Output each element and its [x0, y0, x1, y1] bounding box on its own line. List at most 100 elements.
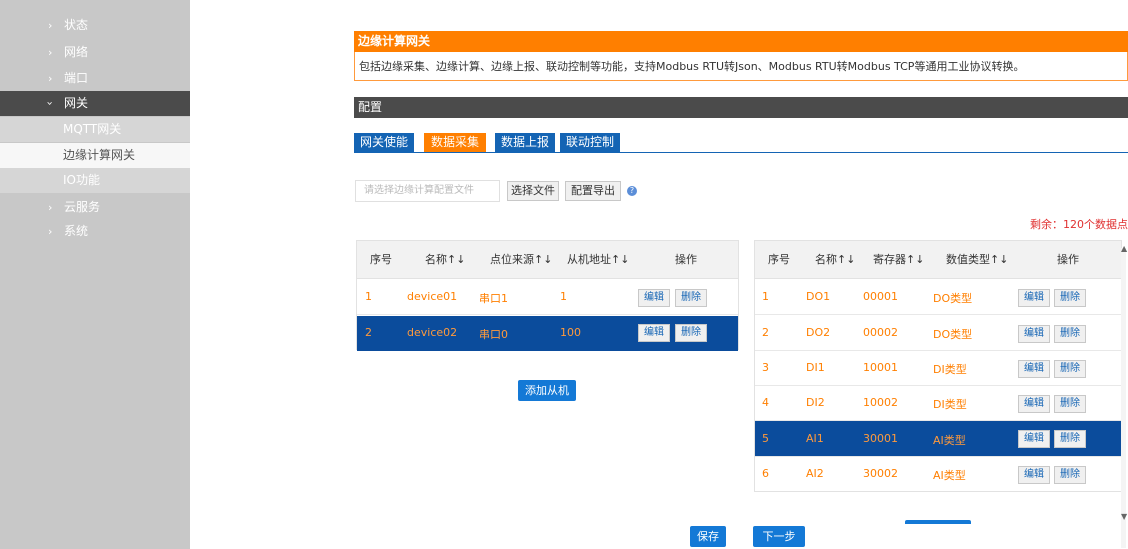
choose-file-button[interactable]: 选择文件: [507, 181, 559, 201]
save-button[interactable]: 保存: [690, 526, 726, 547]
point-table: 序号 名称↑↓ 寄存器↑↓ 数值类型↑↓ 操作 1 DO1 00001 DO类型…: [754, 240, 1122, 492]
col-no[interactable]: 序号: [768, 241, 790, 279]
sidebar-item-network[interactable]: › 网络: [0, 40, 190, 65]
cell-type: DI类型: [933, 363, 967, 376]
sidebar-subitem-mqtt[interactable]: MQTT网关: [0, 117, 190, 142]
delete-button[interactable]: 删除: [675, 324, 707, 342]
table-row[interactable]: 1 DO1 00001 DO类型 编辑 删除: [755, 279, 1121, 315]
cell-type: DO类型: [933, 328, 973, 341]
tab-data-collection[interactable]: 数据采集: [424, 133, 486, 152]
col-register[interactable]: 寄存器↑↓: [873, 241, 924, 279]
table-row[interactable]: 3 DI1 10001 DI类型 编辑 删除: [755, 351, 1121, 386]
cell-register: 30002: [863, 467, 898, 480]
edit-button[interactable]: 编辑: [638, 324, 670, 342]
tab-data-report[interactable]: 数据上报: [495, 133, 555, 152]
table-row[interactable]: 2 DO2 00002 DO类型 编辑 删除: [755, 316, 1121, 351]
remaining-points: 剩余：120个数据点: [1030, 218, 1128, 231]
cell-register: 10001: [863, 361, 898, 374]
table-header: 序号 名称↑↓ 寄存器↑↓ 数值类型↑↓ 操作: [755, 241, 1121, 279]
cell-type: DO类型: [933, 292, 973, 305]
table-row[interactable]: 2 device02 串口0 100 编辑 删除: [357, 316, 738, 351]
chevron-down-icon: ›: [43, 101, 57, 106]
sidebar-subitem-label: IO功能: [63, 173, 100, 187]
edit-button[interactable]: 编辑: [1018, 360, 1050, 378]
config-section-title: 配置: [354, 97, 1128, 118]
sidebar-item-label: 云服务: [64, 200, 101, 214]
cell-source: 串口0: [479, 328, 508, 341]
table-header: 序号 名称↑↓ 点位来源↑↓ 从机地址↑↓ 操作: [357, 241, 738, 279]
cell-no: 4: [762, 396, 769, 409]
sidebar-item-gateway[interactable]: › 网关: [0, 91, 190, 116]
sidebar-item-cloud[interactable]: › 云服务: [0, 195, 190, 220]
edit-button[interactable]: 编辑: [1018, 395, 1050, 413]
cell-type: AI类型: [933, 434, 966, 447]
delete-button[interactable]: 删除: [675, 289, 707, 307]
sidebar-item-port[interactable]: › 端口: [0, 66, 190, 91]
page-description: 包括边缘采集、边缘计算、边缘上报、联动控制等功能，支持Modbus RTU转Js…: [354, 52, 1128, 81]
edit-button[interactable]: 编辑: [1018, 289, 1050, 307]
delete-button[interactable]: 删除: [1054, 289, 1086, 307]
sidebar-item-system[interactable]: › 系统: [0, 219, 190, 244]
tab-linkage-control[interactable]: 联动控制: [560, 133, 620, 152]
sidebar-subitem-edge[interactable]: 边缘计算网关: [0, 143, 190, 168]
cell-source: 串口1: [479, 292, 508, 305]
chevron-right-icon: ›: [48, 225, 53, 238]
chevron-right-icon: ›: [48, 72, 53, 85]
edit-button[interactable]: 编辑: [1018, 466, 1050, 484]
col-name[interactable]: 名称↑↓: [425, 241, 465, 279]
col-type[interactable]: 数值类型↑↓: [946, 241, 1008, 279]
chevron-right-icon: ›: [48, 19, 53, 32]
sidebar-subitem-label: MQTT网关: [63, 122, 122, 136]
col-source[interactable]: 点位来源↑↓: [490, 241, 552, 279]
sidebar-item-label: 网关: [64, 96, 89, 110]
cell-type: DI类型: [933, 398, 967, 411]
delete-button[interactable]: 删除: [1054, 395, 1086, 413]
col-action: 操作: [675, 253, 697, 266]
cell-register: 30001: [863, 432, 898, 445]
export-config-button[interactable]: 配置导出: [565, 181, 621, 201]
cell-type: AI类型: [933, 469, 966, 482]
cell-name: DO1: [806, 290, 831, 303]
config-file-input[interactable]: 请选择边缘计算配置文件: [355, 180, 500, 202]
cell-no: 3: [762, 361, 769, 374]
delete-button[interactable]: 删除: [1054, 360, 1086, 378]
delete-button[interactable]: 删除: [1054, 466, 1086, 484]
sidebar-item-status[interactable]: › 状态: [0, 13, 190, 38]
col-name[interactable]: 名称↑↓: [815, 241, 855, 279]
cell-addr: 100: [560, 326, 581, 339]
cell-no: 6: [762, 467, 769, 480]
add-slave-button[interactable]: 添加从机: [518, 380, 576, 401]
table-row[interactable]: 4 DI2 10002 DI类型 编辑 删除: [755, 386, 1121, 421]
page-title: 边缘计算网关: [354, 31, 1128, 52]
table-row[interactable]: 5 AI1 30001 AI类型 编辑 删除: [755, 421, 1121, 457]
col-addr[interactable]: 从机地址↑↓: [567, 241, 629, 279]
cell-no: 2: [365, 326, 372, 339]
edit-button[interactable]: 编辑: [638, 289, 670, 307]
cell-name: DI1: [806, 361, 825, 374]
table-row[interactable]: 6 AI2 30002 AI类型 编辑 删除: [755, 457, 1121, 492]
partial-blue-button[interactable]: [905, 520, 971, 524]
cell-no: 2: [762, 326, 769, 339]
col-no[interactable]: 序号: [370, 241, 392, 279]
vertical-scrollbar[interactable]: [1121, 248, 1126, 548]
help-icon[interactable]: ?: [627, 186, 637, 196]
sidebar-subitem-io[interactable]: IO功能: [0, 168, 190, 193]
cell-name: DI2: [806, 396, 825, 409]
cell-name: device02: [407, 326, 458, 339]
delete-button[interactable]: 删除: [1054, 325, 1086, 343]
tab-gateway-enable[interactable]: 网关使能: [354, 133, 414, 152]
col-action: 操作: [1057, 253, 1079, 266]
sidebar: › 状态 › 网络 › 端口 › 网关 MQTT网关 边缘计算网关 IO功能 ›…: [0, 0, 190, 549]
delete-button[interactable]: 删除: [1054, 430, 1086, 448]
sidebar-subitem-label: 边缘计算网关: [63, 148, 136, 162]
sidebar-item-label: 网络: [64, 45, 89, 59]
cell-register: 10002: [863, 396, 898, 409]
sidebar-item-label: 端口: [64, 71, 89, 85]
edit-button[interactable]: 编辑: [1018, 325, 1050, 343]
scroll-up-icon[interactable]: ▲: [1121, 244, 1127, 253]
next-step-button[interactable]: 下一步: [753, 526, 805, 547]
edit-button[interactable]: 编辑: [1018, 430, 1050, 448]
cell-no: 5: [762, 432, 769, 445]
table-row[interactable]: 1 device01 串口1 1 编辑 删除: [357, 279, 738, 315]
scroll-down-icon[interactable]: ▼: [1121, 512, 1127, 521]
